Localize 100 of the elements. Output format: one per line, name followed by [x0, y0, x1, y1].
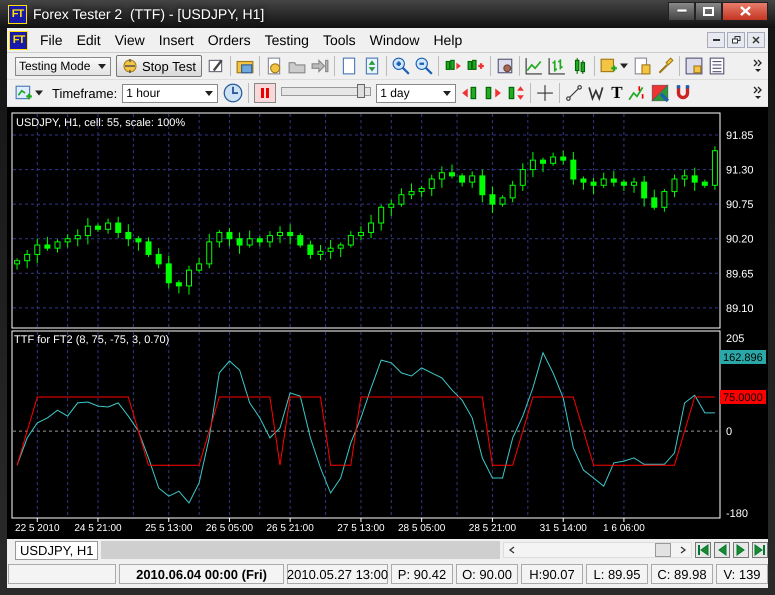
- candlestick: [682, 169, 688, 188]
- zigzag-icon[interactable]: [588, 84, 606, 102]
- candlestick: [216, 229, 222, 248]
- add-indicator-icon[interactable]: [600, 57, 618, 75]
- slider-thumb[interactable]: [357, 84, 366, 98]
- list-icon[interactable]: [708, 57, 726, 75]
- menu-item[interactable]: View: [108, 32, 152, 48]
- app-logo: FT: [8, 4, 27, 24]
- next-icon[interactable]: [733, 542, 749, 558]
- time-label: 22 5 2010: [15, 518, 60, 534]
- status-cell: O: 90.00: [456, 564, 518, 584]
- scroll-right-icon[interactable]: [679, 546, 687, 554]
- candlestick: [94, 223, 101, 232]
- candlestick: [540, 157, 546, 173]
- minimize-button[interactable]: [668, 2, 695, 20]
- caret-icon[interactable]: [35, 90, 43, 96]
- pause-circle-icon: [122, 58, 138, 74]
- caret-icon[interactable]: [620, 63, 628, 69]
- last-icon[interactable]: [752, 542, 768, 558]
- color-palette-icon[interactable]: [650, 84, 669, 102]
- period-dropdown[interactable]: 1 day: [376, 84, 456, 102]
- candlestick: [600, 172, 607, 188]
- x-tick-label: 22 5 2010: [15, 523, 60, 534]
- menu-item[interactable]: Window: [362, 32, 426, 48]
- restore-button[interactable]: [727, 32, 745, 48]
- candlestick: [651, 189, 658, 210]
- chart-tab[interactable]: USDJPY, H1: [15, 540, 98, 560]
- first-icon[interactable]: [695, 542, 711, 558]
- axis-label: 91.30: [726, 164, 754, 177]
- value-badge: 162.896: [720, 350, 766, 364]
- time-label: 24 5 21:00: [74, 518, 122, 534]
- horizontal-scrollbar[interactable]: [502, 542, 692, 558]
- candlestick: [54, 238, 61, 254]
- candlestick: [448, 164, 455, 179]
- menu-item[interactable]: Help: [426, 32, 470, 48]
- add-chart-icon[interactable]: [15, 84, 33, 102]
- candlestick: [307, 240, 314, 260]
- bar-chart-icon[interactable]: [548, 57, 566, 75]
- candlestick: [520, 162, 526, 192]
- time-label: 26 5 05:00: [206, 518, 254, 534]
- candlestick: [489, 186, 496, 214]
- zoom-out-icon[interactable]: [414, 57, 433, 75]
- candlestick: [14, 258, 20, 270]
- pause-button[interactable]: [254, 83, 276, 103]
- candlestick: [135, 236, 142, 252]
- minimize-button[interactable]: [707, 32, 725, 48]
- status-cell: H:90.07: [521, 564, 583, 584]
- previous-icon[interactable]: [714, 542, 730, 558]
- menu-item[interactable]: Orders: [200, 32, 258, 48]
- candlestick: [166, 255, 172, 289]
- status-cell: 2010.05.27 13:00: [287, 564, 388, 584]
- scroll-thumb[interactable]: [655, 543, 671, 557]
- trend-line-icon[interactable]: [565, 84, 584, 102]
- chart-title: TTF for FT2 (8, 75, -75, 3, 0.70): [14, 334, 170, 346]
- candlestick: [641, 175, 648, 208]
- axis-label: 205: [726, 332, 744, 345]
- close-icon: [740, 6, 750, 16]
- menu-item[interactable]: Testing: [258, 32, 316, 48]
- axis-label: 89.65: [726, 268, 754, 280]
- candlestick: [156, 248, 162, 269]
- candlestick: [510, 180, 516, 203]
- line-chart-icon[interactable]: [524, 57, 543, 75]
- text-tool[interactable]: T: [611, 84, 623, 102]
- maximize-button[interactable]: [695, 2, 722, 20]
- chart-edit-icon[interactable]: [206, 57, 225, 75]
- template-icon[interactable]: [684, 57, 703, 75]
- close-button[interactable]: [722, 2, 768, 20]
- candlestick: [550, 152, 556, 166]
- timeframe-dropdown[interactable]: 1 hour: [122, 84, 218, 102]
- chevron-icon[interactable]: [752, 58, 764, 74]
- axis-label: 90.20: [726, 234, 754, 246]
- arrow-icon[interactable]: [310, 57, 329, 75]
- candlestick: [246, 230, 253, 248]
- candlestick: [418, 185, 425, 198]
- menu-item[interactable]: Insert: [152, 32, 201, 48]
- candlestick: [459, 172, 466, 188]
- scroll-left-icon[interactable]: [508, 546, 516, 554]
- axis-label: -180: [726, 508, 748, 520]
- x-tick-label: 31 5 14:00: [540, 523, 588, 534]
- status-cell: L: 89.95: [586, 564, 648, 584]
- chevron-icon[interactable]: [752, 85, 764, 101]
- close-button[interactable]: [747, 32, 765, 48]
- candle-up-down-icon[interactable]: [507, 84, 526, 102]
- zoom-in-icon[interactable]: [392, 57, 410, 75]
- menu-item[interactable]: Edit: [70, 32, 108, 48]
- crosshair-icon[interactable]: [536, 84, 554, 102]
- mode-dropdown[interactable]: Testing Mode: [15, 56, 111, 76]
- menu-item[interactable]: File: [33, 32, 70, 48]
- maximize-icon: [703, 6, 714, 16]
- candle-right-arrow-icon[interactable]: [484, 84, 502, 102]
- x-tick-label: 27 5 13:00: [337, 523, 386, 534]
- candlestick: [74, 228, 81, 247]
- close-icon: [752, 36, 760, 44]
- x-tick-label: 26 5 05:00: [206, 523, 254, 534]
- candlestick: [277, 226, 284, 244]
- stop-test-button[interactable]: Stop Test: [116, 55, 202, 77]
- status-cell: V: 139: [716, 564, 768, 584]
- menu-item[interactable]: Tools: [316, 32, 363, 48]
- axis-label: 90.75: [726, 199, 754, 212]
- gear-clock-icon[interactable]: [223, 83, 244, 103]
